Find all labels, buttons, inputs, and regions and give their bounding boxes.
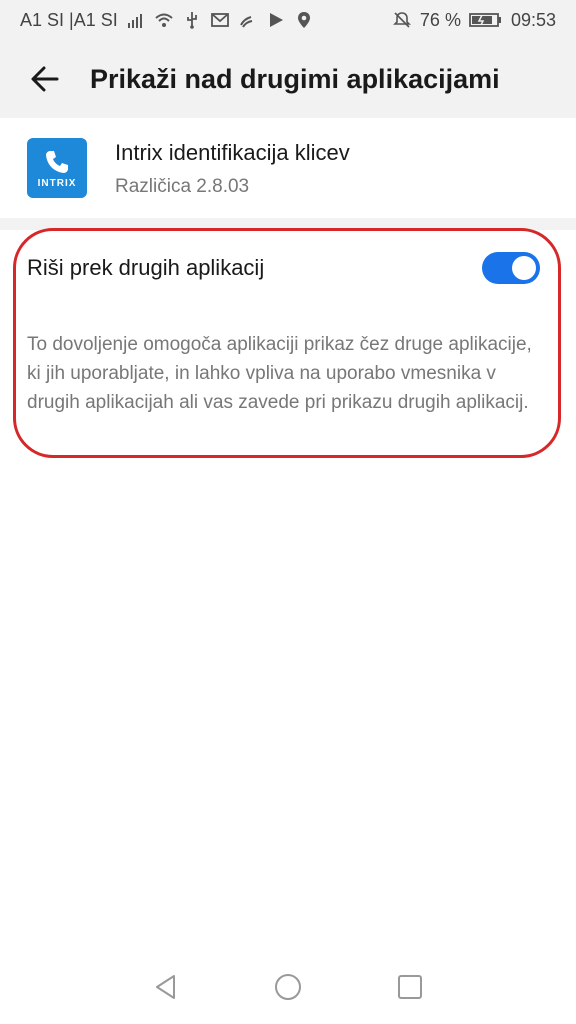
navigation-bar xyxy=(0,950,576,1024)
toggle-knob xyxy=(512,256,536,280)
clock: 09:53 xyxy=(510,9,556,30)
nav-home-icon xyxy=(275,974,301,1000)
nav-back-button[interactable] xyxy=(146,967,186,1007)
nav-recents-icon xyxy=(398,975,422,999)
back-button[interactable] xyxy=(0,40,90,118)
app-icon: INTRIX xyxy=(27,138,87,198)
app-icon-logo: INTRIX xyxy=(37,177,77,189)
carrier-label: A1 SI |A1 SI xyxy=(20,9,118,30)
status-right: 76 % 09:53 xyxy=(392,10,556,31)
setting-label: Riši prek drugih aplikacij xyxy=(27,255,265,280)
phone-icon xyxy=(46,150,68,173)
cast-icon xyxy=(238,10,258,30)
nav-home-button[interactable] xyxy=(268,967,308,1007)
nav-back-icon xyxy=(156,975,175,999)
app-texts: Intrix identifikacija klicev Različica 2… xyxy=(115,140,350,198)
status-left: A1 SI |A1 SI xyxy=(20,10,314,31)
section-divider xyxy=(0,218,576,230)
setting-description: To dovoljenje omogoča aplikaciji prikaz … xyxy=(27,334,532,413)
wifi-icon xyxy=(154,10,174,30)
app-name: Intrix identifikacija klicev xyxy=(115,140,350,165)
app-bar: Prikaži nad drugimi aplikacijami xyxy=(0,40,576,118)
battery-charging-icon xyxy=(469,10,503,30)
status-bar: A1 SI |A1 SI 76 % 09:53 xyxy=(0,0,576,40)
app-version: Različica 2.8.03 xyxy=(115,176,250,197)
page-title: Prikaži nad drugimi aplikacijami xyxy=(90,63,500,94)
usb-icon xyxy=(182,10,202,30)
overlay-permission-toggle[interactable] xyxy=(482,252,540,284)
nav-recents-button[interactable] xyxy=(390,967,430,1007)
notifications-off-icon xyxy=(392,10,412,30)
mail-icon xyxy=(210,10,230,30)
signal-icon xyxy=(126,10,146,30)
battery-percent: 76 % xyxy=(419,9,461,30)
play-store-icon xyxy=(266,10,286,30)
back-arrow-icon xyxy=(31,66,59,92)
location-icon xyxy=(294,10,314,30)
app-info: INTRIX Intrix identifikacija klicev Razl… xyxy=(0,118,576,218)
